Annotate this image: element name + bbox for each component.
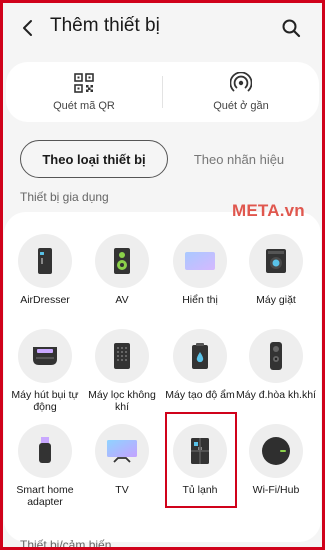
scan-options-card: Quét mã QR Quét ở gần	[6, 62, 319, 122]
section-title-sensors: Thiết bị/cảm biến	[20, 538, 112, 550]
device-air-purifier[interactable]: Máy lọc không khí	[82, 329, 162, 413]
speaker-icon	[114, 248, 130, 274]
device-icon-circle	[95, 424, 149, 478]
device-label: Wi-Fi/Hub	[252, 484, 300, 496]
tab-by-device-type[interactable]: Theo loại thiết bị	[20, 140, 168, 178]
search-icon	[282, 19, 301, 38]
back-button[interactable]	[14, 14, 42, 42]
device-wifi-hub[interactable]: Wi-Fi/Hub	[236, 424, 316, 496]
arrow-left-icon	[23, 20, 32, 36]
wifi-hub-icon	[262, 437, 290, 465]
device-label: AirDresser	[20, 294, 70, 306]
device-robot-vacuum[interactable]: Máy hút bụi tự động	[5, 329, 85, 413]
device-label: Smart home adapter	[16, 484, 74, 508]
device-icon-circle	[249, 234, 303, 288]
device-label: TV	[115, 484, 129, 496]
device-icon-circle	[18, 424, 72, 478]
scan-nearby-label: Quét ở gần	[213, 100, 269, 112]
device-icon-circle	[18, 234, 72, 288]
watermark-logo: META.vn	[232, 201, 305, 220]
scan-qr-button[interactable]: Quét mã QR	[6, 62, 162, 122]
washer-icon	[266, 249, 286, 273]
air-purifier-icon	[114, 343, 130, 369]
device-airdresser[interactable]: AirDresser	[5, 234, 85, 306]
device-label: Máy giặt	[256, 294, 296, 306]
device-label: Máy tạo độ ẩm	[165, 389, 235, 401]
display-icon	[185, 252, 215, 270]
device-label: Máy lọc không khí	[88, 389, 156, 413]
qr-code-icon	[74, 73, 94, 93]
device-icon-circle	[173, 424, 227, 478]
robot-vacuum-icon	[33, 347, 57, 365]
category-tabs: Theo loại thiết bị Theo nhãn hiệu	[20, 140, 310, 178]
tab-by-brand[interactable]: Theo nhãn hiệu	[168, 152, 310, 167]
tv-icon	[107, 440, 137, 463]
device-icon-circle	[249, 329, 303, 383]
search-button[interactable]	[277, 14, 305, 42]
app-header: Thêm thiết bị	[0, 0, 325, 56]
device-humidifier[interactable]: Máy tạo độ ẩm	[160, 329, 240, 401]
device-av[interactable]: AV	[82, 234, 162, 306]
device-label: Hiển thị	[182, 294, 218, 306]
device-icon-circle	[18, 329, 72, 383]
device-icon-circle	[95, 329, 149, 383]
usb-adapter-icon	[39, 437, 51, 463]
device-label: Tủ lạnh	[182, 484, 218, 496]
device-refrigerator[interactable]: Tủ lạnh	[160, 424, 240, 496]
device-icon-circle	[95, 234, 149, 288]
scan-nearby-button[interactable]: Quét ở gần	[163, 62, 319, 122]
page-title: Thêm thiết bị	[50, 15, 160, 36]
device-label: Máy hút bụi tự động	[11, 389, 79, 413]
scan-qr-label: Quét mã QR	[53, 100, 115, 112]
nearby-scan-icon	[230, 72, 252, 92]
device-washer[interactable]: Máy giặt	[236, 234, 316, 306]
air-conditioner-icon	[270, 342, 282, 370]
device-tv[interactable]: TV	[82, 424, 162, 496]
refrigerator-icon	[191, 438, 209, 464]
device-icon-circle	[173, 234, 227, 288]
device-icon-circle	[173, 329, 227, 383]
device-label: Máy đ.hòa kh.khí	[236, 389, 316, 401]
device-air-conditioner[interactable]: Máy đ.hòa kh.khí	[236, 329, 316, 401]
device-icon-circle	[249, 424, 303, 478]
humidifier-icon	[192, 343, 208, 369]
device-smart-home-adapter[interactable]: Smart home adapter	[5, 424, 85, 508]
device-label: AV	[115, 294, 129, 306]
section-title-home-appliances: Thiết bị gia dụng	[20, 190, 109, 204]
device-display[interactable]: Hiển thị	[160, 234, 240, 306]
airdresser-icon	[38, 248, 52, 274]
